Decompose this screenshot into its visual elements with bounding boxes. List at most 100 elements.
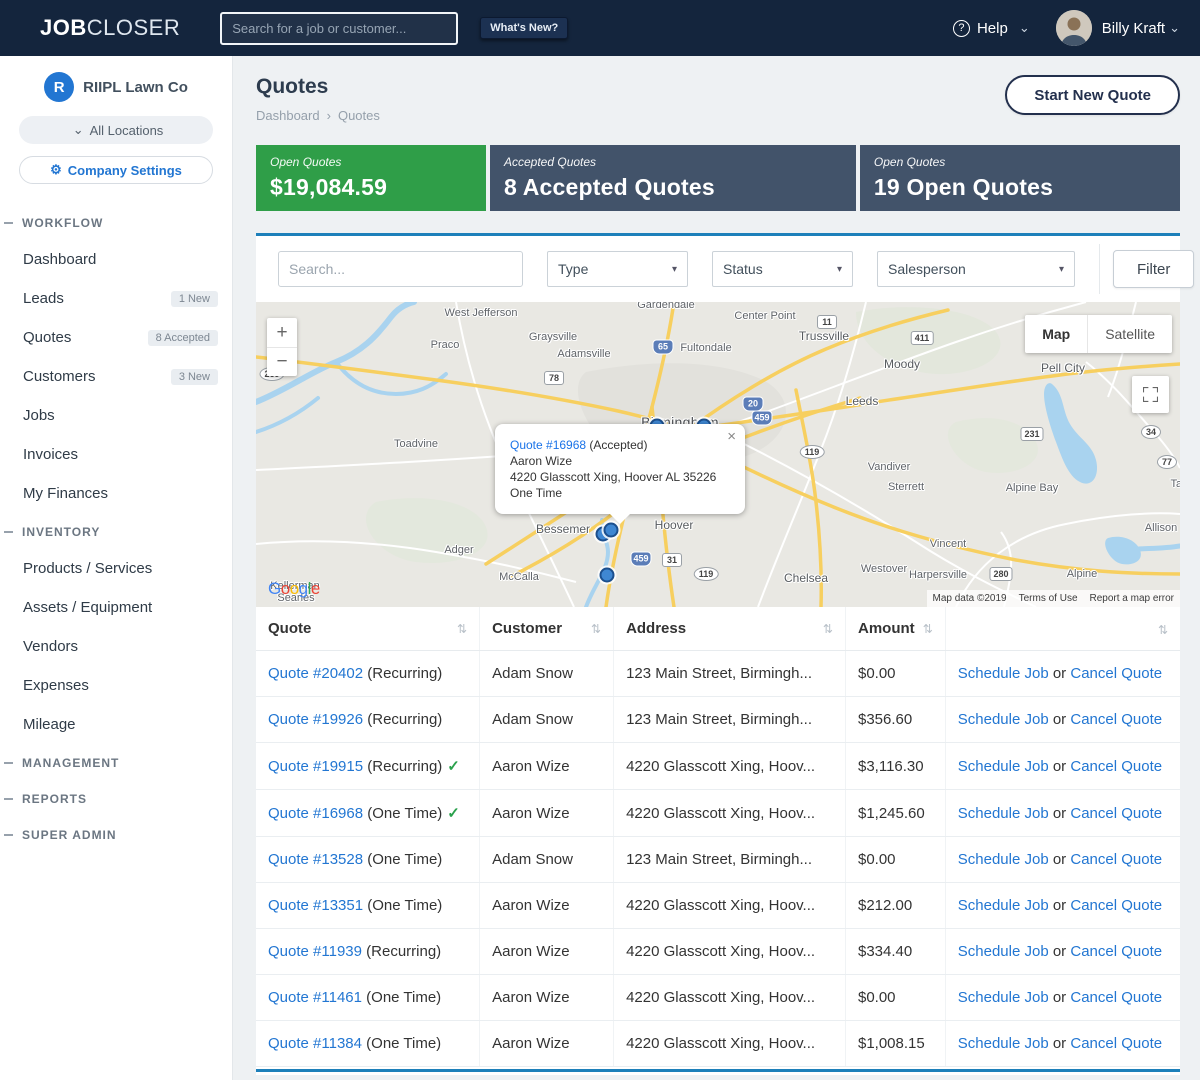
sidebar-item-dashboard[interactable]: Dashboard bbox=[0, 240, 232, 279]
sidebar-nav: WORKFLOW DashboardLeads1 NewQuotes8 Accep… bbox=[0, 204, 232, 852]
quote-cell: Quote #20402 (Recurring) bbox=[256, 651, 480, 697]
company-settings-button[interactable]: ⚙ Company Settings bbox=[19, 156, 213, 184]
user-menu[interactable]: Billy Kraft ⌄ bbox=[1102, 20, 1180, 37]
sidebar: R RIIPL Lawn Co ⌄ All Locations ⚙ Compan… bbox=[0, 56, 233, 1080]
sidebar-section-management[interactable]: MANAGEMENT bbox=[0, 744, 232, 780]
sidebar-section-reports[interactable]: REPORTS bbox=[0, 780, 232, 816]
column-header-label: Quote bbox=[268, 620, 311, 637]
info-customer: Aaron Wize bbox=[510, 453, 730, 469]
cancel-quote-link[interactable]: Cancel Quote bbox=[1070, 711, 1162, 728]
quote-link[interactable]: Quote #19915 bbox=[268, 758, 363, 775]
sidebar-item-quotes[interactable]: Quotes8 Accepted bbox=[0, 318, 232, 357]
address-cell: 123 Main Street, Birmingh... bbox=[614, 697, 846, 743]
type-select[interactable]: Type▾ bbox=[547, 251, 688, 287]
sidebar-item-customers[interactable]: Customers3 New bbox=[0, 357, 232, 396]
schedule-job-link[interactable]: Schedule Job bbox=[958, 758, 1049, 775]
schedule-job-link[interactable]: Schedule Job bbox=[958, 665, 1049, 682]
quote-type: (Recurring) bbox=[367, 758, 442, 775]
schedule-job-link[interactable]: Schedule Job bbox=[958, 851, 1049, 868]
schedule-job-link[interactable]: Schedule Job bbox=[958, 1035, 1049, 1052]
quote-link[interactable]: Quote #11939 bbox=[268, 943, 362, 960]
quote-link[interactable]: Quote #13351 bbox=[268, 897, 363, 914]
quote-link[interactable]: Quote #11384 bbox=[268, 1035, 362, 1052]
satellite-button[interactable]: Satellite bbox=[1087, 315, 1172, 353]
cancel-quote-link[interactable]: Cancel Quote bbox=[1070, 805, 1162, 822]
salesperson-select[interactable]: Salesperson▾ bbox=[877, 251, 1075, 287]
schedule-job-link[interactable]: Schedule Job bbox=[958, 805, 1049, 822]
quote-link[interactable]: Quote #13528 bbox=[268, 851, 363, 868]
amount-cell: $0.00 bbox=[845, 651, 945, 697]
quote-link[interactable]: Quote #19926 bbox=[268, 711, 363, 728]
info-quote-link[interactable]: Quote #16968 bbox=[510, 438, 586, 452]
cancel-quote-link[interactable]: Cancel Quote bbox=[1070, 897, 1162, 914]
cancel-quote-link[interactable]: Cancel Quote bbox=[1070, 1035, 1162, 1052]
quotes-search-input[interactable] bbox=[278, 251, 523, 287]
sidebar-item-mileage[interactable]: Mileage bbox=[0, 705, 232, 744]
company-name: RIIPL Lawn Co bbox=[83, 79, 188, 96]
sidebar-item-vendors[interactable]: Vendors bbox=[0, 627, 232, 666]
gear-icon: ⚙ bbox=[50, 162, 62, 178]
address-cell: 4220 Glasscott Xing, Hoov... bbox=[614, 975, 846, 1021]
sidebar-section-workflow[interactable]: WORKFLOW bbox=[0, 204, 232, 240]
sidebar-item-leads[interactable]: Leads1 New bbox=[0, 279, 232, 318]
quote-link[interactable]: Quote #11461 bbox=[268, 989, 362, 1006]
sidebar-item-products-services[interactable]: Products / Services bbox=[0, 549, 232, 588]
column-header-quote[interactable]: Quote⇅ bbox=[256, 607, 480, 651]
help-menu[interactable]: ? Help ⌄ bbox=[953, 20, 1030, 37]
column-header-item[interactable]: ⇅ bbox=[945, 607, 1180, 651]
sidebar-section-label: WORKFLOW bbox=[22, 216, 103, 230]
sidebar-item-expenses[interactable]: Expenses bbox=[0, 666, 232, 705]
cancel-quote-link[interactable]: Cancel Quote bbox=[1070, 851, 1162, 868]
filter-button[interactable]: Filter bbox=[1113, 250, 1194, 288]
all-locations-dropdown[interactable]: ⌄ All Locations bbox=[19, 116, 213, 144]
google-logo-letter: o bbox=[290, 579, 299, 598]
terms-of-use-link[interactable]: Terms of Use bbox=[1019, 593, 1078, 604]
schedule-job-link[interactable]: Schedule Job bbox=[958, 943, 1049, 960]
sidebar-item-my-finances[interactable]: My Finances bbox=[0, 474, 232, 513]
status-select-value: Status bbox=[723, 261, 763, 277]
sidebar-item-assets-equipment[interactable]: Assets / Equipment bbox=[0, 588, 232, 627]
zoom-out-button[interactable]: − bbox=[267, 347, 297, 376]
cancel-quote-link[interactable]: Cancel Quote bbox=[1070, 665, 1162, 682]
global-search-input[interactable] bbox=[220, 12, 458, 45]
sidebar-item-invoices[interactable]: Invoices bbox=[0, 435, 232, 474]
close-icon[interactable]: × bbox=[727, 429, 736, 445]
sidebar-section-inventory[interactable]: INVENTORY bbox=[0, 513, 232, 549]
quote-link[interactable]: Quote #20402 bbox=[268, 665, 363, 682]
quote-link[interactable]: Quote #16968 bbox=[268, 805, 363, 822]
breadcrumb-dashboard[interactable]: Dashboard bbox=[256, 108, 320, 123]
user-avatar[interactable] bbox=[1056, 10, 1092, 46]
type-select-value: Type bbox=[558, 261, 588, 277]
stat-card-accepted-quotes-1: Accepted Quotes8 Accepted Quotes bbox=[490, 145, 856, 211]
sidebar-section-super-admin[interactable]: SUPER ADMIN bbox=[0, 816, 232, 852]
schedule-job-link[interactable]: Schedule Job bbox=[958, 711, 1049, 728]
zoom-in-button[interactable]: + bbox=[267, 318, 297, 347]
whats-new-button[interactable]: What's New? bbox=[480, 17, 568, 39]
start-new-quote-button[interactable]: Start New Quote bbox=[1005, 75, 1180, 115]
column-header-customer[interactable]: Customer⇅ bbox=[480, 607, 614, 651]
actions-cell: Schedule Job or Cancel Quote bbox=[945, 1021, 1180, 1067]
quotes-map[interactable]: GardendaleWest JeffersonCenter PointGray… bbox=[256, 302, 1180, 607]
report-map-error-link[interactable]: Report a map error bbox=[1090, 593, 1174, 604]
sidebar-item-label: Leads bbox=[23, 290, 64, 307]
cancel-quote-link[interactable]: Cancel Quote bbox=[1070, 989, 1162, 1006]
stat-card-open-quotes-0: Open Quotes$19,084.59 bbox=[256, 145, 486, 211]
schedule-job-link[interactable]: Schedule Job bbox=[958, 989, 1049, 1006]
stat-card-open-quotes-2: Open Quotes19 Open Quotes bbox=[860, 145, 1180, 211]
map-button[interactable]: Map bbox=[1025, 315, 1087, 353]
column-header-address[interactable]: Address⇅ bbox=[614, 607, 846, 651]
map-quote-marker[interactable] bbox=[600, 568, 615, 583]
stat-card-label: Open Quotes bbox=[874, 155, 1166, 169]
column-header-amount[interactable]: Amount⇅ bbox=[845, 607, 945, 651]
address-cell: 4220 Glasscott Xing, Hoov... bbox=[614, 790, 846, 837]
map-quote-marker[interactable] bbox=[604, 523, 619, 538]
status-select[interactable]: Status▾ bbox=[712, 251, 853, 287]
section-dash-icon bbox=[4, 834, 13, 836]
cancel-quote-link[interactable]: Cancel Quote bbox=[1070, 758, 1162, 775]
sidebar-item-jobs[interactable]: Jobs bbox=[0, 396, 232, 435]
actions-cell: Schedule Job or Cancel Quote bbox=[945, 790, 1180, 837]
select-arrow-icon: ▾ bbox=[1059, 264, 1064, 275]
cancel-quote-link[interactable]: Cancel Quote bbox=[1070, 943, 1162, 960]
schedule-job-link[interactable]: Schedule Job bbox=[958, 897, 1049, 914]
fullscreen-button[interactable] bbox=[1132, 376, 1169, 413]
